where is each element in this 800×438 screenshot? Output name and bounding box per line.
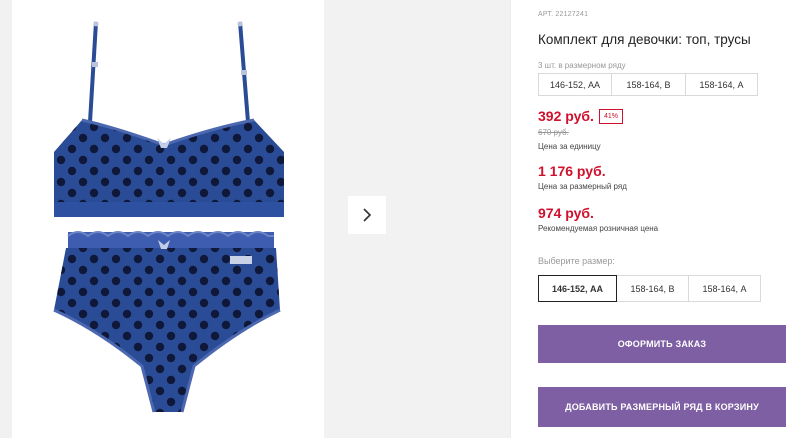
unit-price-row: 392 руб. 41% [538, 108, 623, 124]
pack-sizes: 146-152, АА 158-164, В 158-164, А [538, 73, 758, 96]
old-price: 670 руб. [538, 128, 569, 137]
product-image-underwear-set [53, 21, 284, 413]
pack-size-cell: 158-164, А [685, 73, 758, 96]
product-gallery [0, 0, 510, 438]
size-option-158-164-v[interactable]: 158-164, В [616, 275, 689, 302]
chevron-right-icon [363, 208, 372, 222]
article-number: АРТ. 22127241 [538, 11, 589, 18]
order-button[interactable]: ОФОРМИТЬ ЗАКАЗ [538, 325, 786, 363]
pack-note: 3 шт. в размерном ряду [538, 61, 626, 70]
size-option-146-152-aa[interactable]: 146-152, АА [538, 275, 617, 302]
size-option-158-164-a[interactable]: 158-164, А [688, 275, 761, 302]
size-selector: 146-152, АА 158-164, В 158-164, А [538, 275, 761, 302]
series-price: 1 176 руб. [538, 163, 606, 179]
pack-size-cell: 158-164, В [611, 73, 686, 96]
retail-price: 974 руб. [538, 205, 594, 221]
retail-price-label: Рекомендуемая розничная цена [538, 224, 659, 233]
size-selector-label: Выберите размер: [538, 256, 615, 266]
pack-size-cell: 146-152, АА [538, 73, 612, 96]
series-price-label: Цена за размерный ряд [538, 182, 627, 191]
unit-price-label: Цена за единицу [538, 142, 601, 151]
gallery-next-button[interactable] [348, 196, 386, 234]
discount-badge: 41% [598, 108, 623, 124]
product-photo[interactable] [12, 0, 324, 438]
column-divider [510, 0, 511, 438]
add-series-to-cart-button[interactable]: ДОБАВИТЬ РАЗМЕРНЫЙ РЯД В КОРЗИНУ [538, 387, 786, 427]
unit-price: 392 руб. [538, 108, 594, 124]
product-title: Комплект для девочки: топ, трусы [538, 32, 751, 47]
thumbnail-strip[interactable] [0, 0, 12, 438]
